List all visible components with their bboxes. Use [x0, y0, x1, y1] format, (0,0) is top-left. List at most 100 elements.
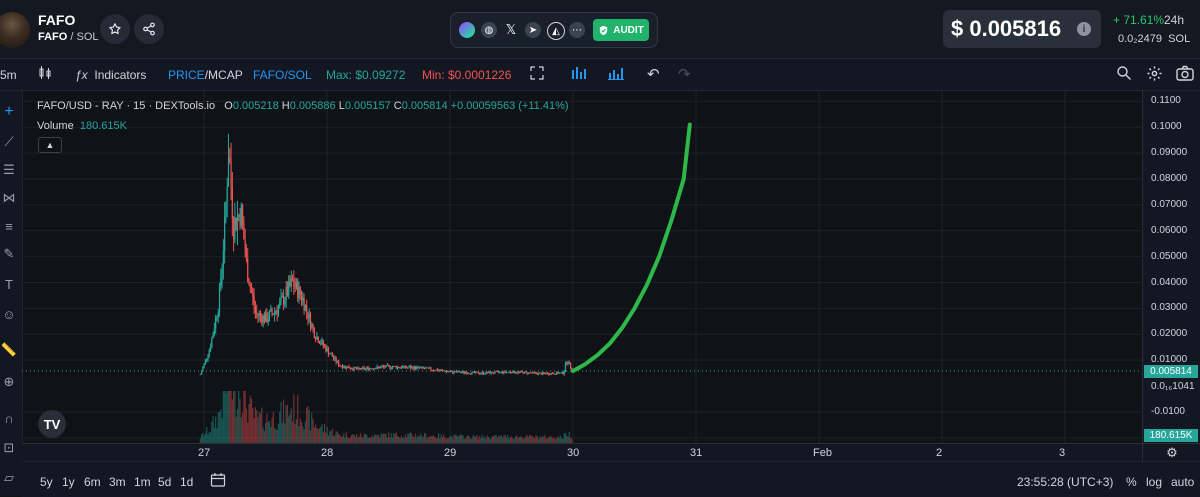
time-axis[interactable]: 27 28 29 30 31 Feb 2 3 [22, 443, 1142, 462]
interval-selector[interactable]: 5m [0, 68, 17, 82]
candle-body [325, 345, 327, 352]
candle-body [477, 372, 479, 374]
range-3m[interactable]: 3m [109, 475, 126, 489]
volume-bar [313, 427, 315, 443]
candle-body [322, 340, 324, 346]
x-twitter-icon[interactable]: 𝕏 [503, 22, 519, 38]
percent-toggle[interactable]: % [1126, 475, 1137, 489]
axis-settings-icon[interactable]: ⚙ [1142, 443, 1200, 462]
candle-body [329, 353, 331, 355]
candle-body [356, 368, 358, 369]
solana-icon[interactable] [459, 22, 475, 38]
favorite-button[interactable] [100, 14, 130, 44]
candle-body [449, 371, 451, 373]
volume-bar [249, 395, 251, 443]
volume-bar [304, 421, 306, 443]
telegram-icon[interactable]: ➤ [525, 22, 541, 38]
candle-body [340, 366, 342, 367]
volume-bar [421, 435, 423, 443]
candle-type-icon[interactable] [38, 66, 52, 83]
volume-bar [350, 435, 353, 443]
dexscreener-icon[interactable]: ◭ [547, 22, 565, 40]
share-button[interactable] [134, 14, 164, 44]
candle-body [463, 371, 465, 374]
crosshair-icon[interactable]: + [0, 103, 18, 121]
candle-body [421, 366, 423, 368]
range-6m[interactable]: 6m [84, 475, 101, 489]
candle-body [498, 371, 500, 373]
more-icon[interactable]: ⋯ [569, 22, 585, 38]
candle-body [224, 216, 226, 251]
collapse-legend-button[interactable]: ▲ [38, 137, 62, 153]
lock-icon[interactable]: ⊡ [0, 439, 18, 457]
indicators-button[interactable]: ƒx Indicators [75, 68, 146, 82]
info-icon[interactable]: i [1077, 22, 1091, 36]
candle-body [472, 371, 474, 373]
camera-icon[interactable] [1176, 65, 1194, 84]
volume-bar [353, 434, 355, 443]
candle-body [302, 297, 304, 301]
candle-body [331, 353, 333, 357]
globe-icon[interactable]: ◍ [481, 22, 497, 38]
audit-button[interactable]: AUDIT [593, 19, 649, 41]
fullscreen-icon[interactable] [530, 66, 544, 83]
range-1y[interactable]: 1y [62, 475, 75, 489]
log-toggle[interactable]: log [1146, 475, 1162, 489]
candle-body [486, 371, 488, 374]
time-axis-label: 27 [198, 447, 211, 459]
zoom-in-icon[interactable]: ⊕ [0, 373, 18, 391]
candle-body [265, 313, 267, 322]
volume-bar [500, 435, 503, 443]
candle-body [540, 372, 542, 375]
candle-body [475, 371, 477, 373]
redo-icon[interactable]: ↷ [678, 65, 691, 83]
candle-body [516, 372, 518, 374]
settings-gear-icon[interactable] [1146, 65, 1163, 85]
clock-time[interactable]: 23:55:28 (UTC+3) [1017, 475, 1113, 489]
pair-toggle[interactable]: FAFO/SOL [253, 68, 312, 82]
emoji-icon[interactable]: ☺ [0, 305, 18, 323]
candle-body [353, 367, 355, 370]
text-tool-icon[interactable]: T [0, 275, 18, 293]
magnet-icon[interactable]: ∩ [0, 409, 18, 427]
candle-body [359, 368, 362, 370]
trash-icon[interactable]: ▱ [0, 469, 18, 487]
price-axis[interactable]: 0.1100 0.1000 0.09000 0.08000 0.07000 0.06000… [1142, 91, 1200, 443]
undo-icon[interactable]: ↶ [647, 65, 660, 83]
range-1d[interactable]: 1d [180, 475, 193, 489]
range-1m[interactable]: 1m [134, 475, 151, 489]
volume-bar [272, 411, 274, 443]
ruler-icon[interactable]: 📏 [0, 341, 18, 359]
fib-icon[interactable]: ≡ [0, 217, 18, 235]
pattern-icon[interactable]: ⋈ [0, 189, 18, 207]
range-5y[interactable]: 5y [40, 475, 53, 489]
volume-bar [230, 391, 232, 443]
legend-close-key: C [393, 100, 402, 112]
calendar-icon[interactable] [210, 472, 226, 491]
zoom-search-icon[interactable] [1116, 65, 1132, 84]
price-mcap-toggle[interactable]: PRICE/MCAP [168, 68, 243, 82]
horizontal-lines-icon[interactable]: ☰ [0, 161, 18, 179]
price-chart[interactable] [22, 91, 1142, 443]
candle-body [357, 367, 359, 369]
bar-chart-icon[interactable] [571, 66, 587, 83]
candle-body [508, 371, 510, 373]
candle-body [448, 371, 450, 373]
candle-body [218, 285, 221, 313]
brush-icon[interactable]: ✎ [0, 245, 18, 263]
candle-body [541, 372, 544, 375]
legend-symbol: FAFO/USD - RAY · 15 · DEXTools.io [37, 100, 216, 112]
volume-bar [420, 433, 422, 443]
candle-body [504, 371, 506, 373]
range-5d[interactable]: 5d [158, 475, 171, 489]
candle-body [530, 372, 532, 374]
tradingview-logo[interactable]: TV [38, 410, 66, 438]
auto-toggle[interactable]: auto [1171, 475, 1194, 489]
trend-line-icon[interactable]: ⟋ [0, 133, 18, 151]
volume-bar [466, 436, 468, 443]
candle-body [422, 366, 424, 369]
volume-chart-icon[interactable] [608, 66, 624, 83]
candle-body [382, 366, 385, 368]
time-axis-label: 31 [690, 447, 703, 459]
candle-body [272, 313, 274, 315]
